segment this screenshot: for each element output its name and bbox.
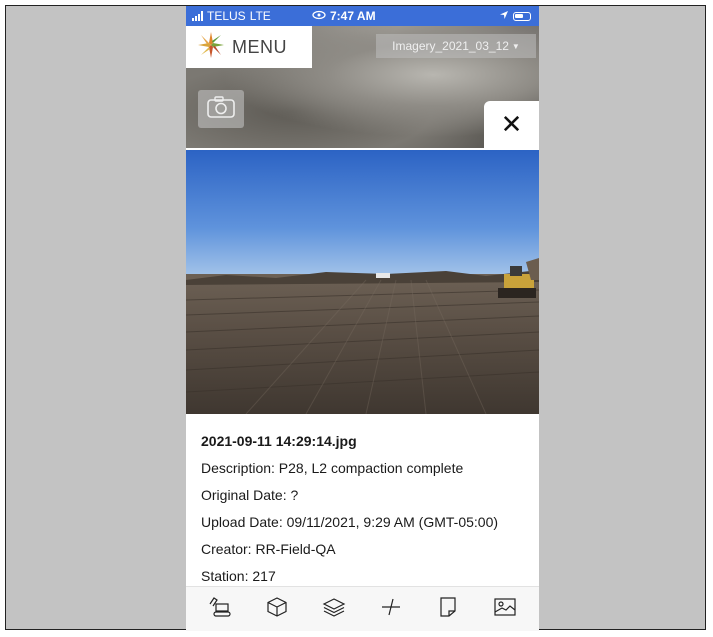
chevron-down-icon: ▼ — [511, 41, 520, 51]
phone-screen: TELUS LTE 7:47 AM MENU Imagery_2021_03_1… — [186, 6, 539, 631]
bottom-toolbar — [186, 586, 539, 631]
menu-label: MENU — [232, 36, 287, 57]
excavator-icon — [208, 596, 232, 623]
tab-excavator[interactable] — [202, 591, 238, 627]
photo-filename: 2021-09-11 14:29:14.jpg — [201, 433, 357, 449]
tab-photos[interactable] — [487, 591, 523, 627]
location-arrow-icon — [499, 9, 509, 23]
tab-measure[interactable] — [373, 591, 409, 627]
tab-documents[interactable] — [430, 591, 466, 627]
clock-label: 7:47 AM — [330, 9, 376, 23]
tab-layers[interactable] — [316, 591, 352, 627]
status-bar: TELUS LTE 7:47 AM — [186, 6, 539, 26]
camera-icon — [206, 95, 236, 124]
battery-icon — [513, 11, 531, 21]
photo-original-date: Original Date: ? — [201, 487, 299, 503]
camera-button[interactable] — [198, 90, 244, 128]
image-icon — [493, 597, 517, 622]
app-logo-icon — [196, 30, 226, 65]
menu-button[interactable]: MENU — [186, 26, 312, 68]
close-button[interactable]: ✕ — [484, 101, 539, 148]
field-photo — [186, 150, 539, 414]
photo-upload-date: Upload Date: 09/11/2021, 9:29 AM (GMT-05… — [201, 514, 499, 530]
imagery-selector[interactable]: Imagery_2021_03_12 ▼ — [376, 34, 536, 58]
carrier-label: TELUS — [207, 9, 246, 23]
close-icon: ✕ — [500, 109, 523, 139]
photo-details: 2021-09-11 14:29:14.jpg Description: P28… — [186, 414, 539, 586]
network-label: LTE — [249, 9, 271, 23]
photo-description: Description: P28, L2 compaction complete — [201, 460, 464, 476]
screen-lock-icon — [312, 9, 326, 23]
cube-icon — [266, 596, 288, 623]
tab-3d-model[interactable] — [259, 591, 295, 627]
imagery-selector-label: Imagery_2021_03_12 — [392, 39, 509, 53]
layers-icon — [322, 596, 346, 623]
document-icon — [439, 596, 457, 623]
measure-icon — [380, 596, 402, 623]
photo-creator: Creator: RR-Field-QA — [201, 541, 336, 557]
signal-icon — [192, 11, 203, 21]
